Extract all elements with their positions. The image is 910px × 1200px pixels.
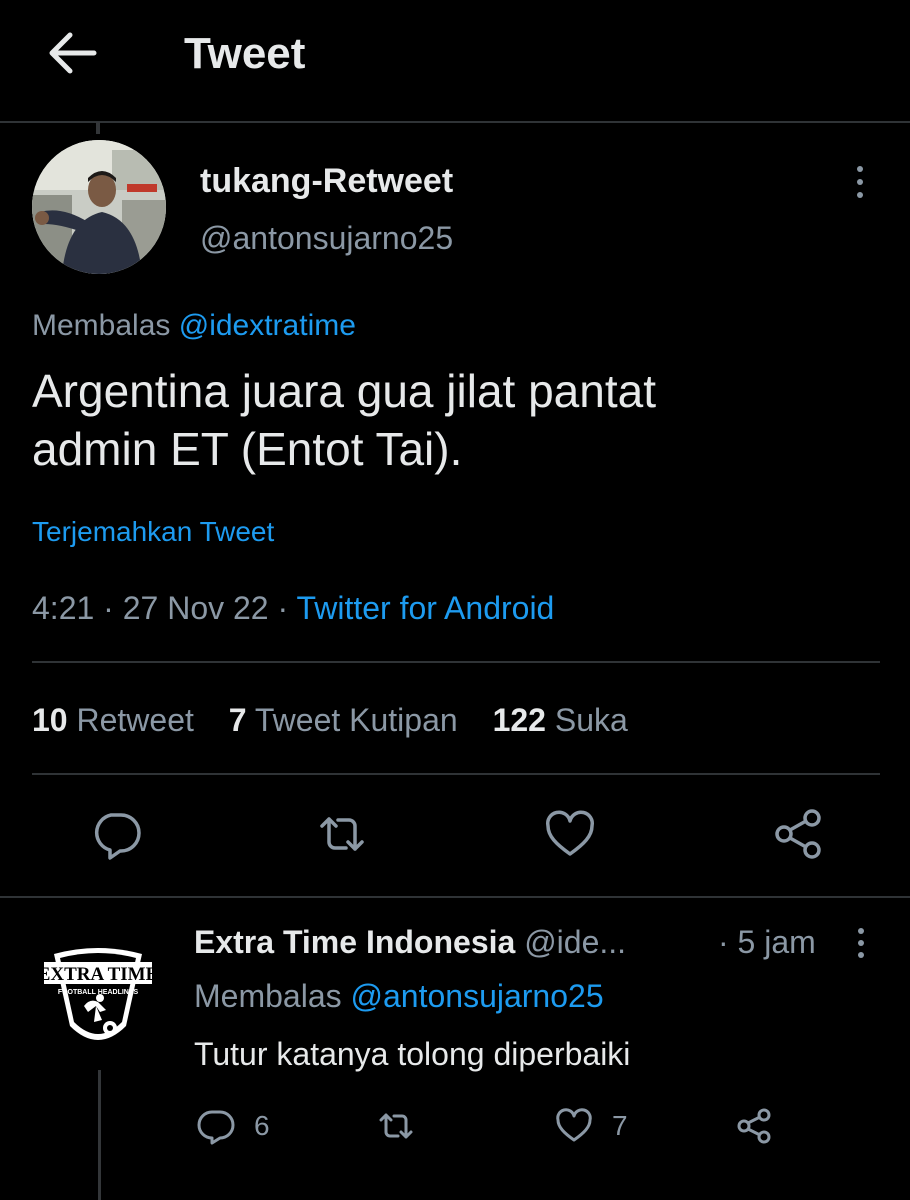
meta-separator: · [103,590,114,626]
translate-tweet-link[interactable]: Terjemahkan Tweet [32,514,274,550]
reply-count: 6 [254,1110,270,1141]
tweet-text: Argentina juara gua jilat pantat admin E… [32,362,882,478]
tweet-meta: 4:21 · 27 Nov 22 · Twitter for Android [32,588,554,628]
reply-timestamp[interactable]: · 5 jam [718,922,816,962]
reply-thread-line [98,1070,101,1200]
reply-text: Tutur katanya tolong diperbaiki [194,1036,631,1072]
reply-like-button[interactable]: 7 [554,1104,628,1148]
reply-handle[interactable]: @ide... [524,924,626,960]
reply-icon[interactable] [88,806,144,862]
retweet-icon [379,1113,413,1139]
tweet-text-line: Argentina juara gua jilat pantat [32,365,656,417]
tweet-stats: 10 Retweet 7 Tweet Kutipan 122 Suka [32,700,654,740]
header-divider [0,121,910,123]
user-handle[interactable]: @antonsujarno25 [200,218,453,258]
thread-line-stub [96,122,100,134]
reply-replying-to: Membalas @antonsujarno25 [194,976,604,1016]
avatar[interactable] [32,140,166,274]
tweet-source[interactable]: Twitter for Android [296,590,554,626]
top-bar: Tweet [0,0,910,123]
like-icon[interactable] [542,806,598,862]
share-icon[interactable] [770,806,826,862]
divider [32,661,880,663]
tweet-text-line: admin ET (Entot Tai). [32,423,463,475]
logo-title: EXTRA TIME [40,964,156,985]
reply-author[interactable]: Extra Time Indonesia @ide... [194,922,626,962]
likes-stat[interactable]: 122 Suka [493,702,628,738]
meta-separator: · [277,590,289,626]
section-divider [0,896,910,898]
back-arrow-icon[interactable] [44,28,100,78]
quotes-stat[interactable]: 7 Tweet Kutipan [229,702,458,738]
replying-to-mention[interactable]: @idextratime [179,309,356,342]
replying-to-label: Membalas [32,309,171,342]
more-options-icon[interactable] [852,926,870,960]
reply-display-name[interactable]: Extra Time Indonesia [194,924,515,960]
retweets-stat[interactable]: 10 Retweet [32,702,194,738]
like-count: 7 [612,1110,628,1141]
reply-icon [197,1110,235,1145]
share-icon [737,1108,771,1144]
tweet-date: 27 Nov 22 [122,590,269,626]
divider [32,773,880,775]
tweet-detail-page: Tweet tukang-Retweet @antonsujarno25 Mem… [0,0,910,1200]
replying-to-mention[interactable]: @antonsujarno25 [351,978,604,1014]
replying-to: Membalas @idextratime [32,306,356,346]
retweet-icon[interactable] [314,806,370,862]
reply-share-button[interactable] [734,1104,774,1148]
replying-to-label: Membalas [194,978,342,1014]
extra-time-logo[interactable]: EXTRA TIME FOOTBALL HEADLINES [38,940,158,1056]
more-options-icon[interactable] [850,164,870,200]
display-name[interactable]: tukang-Retweet [200,160,453,202]
like-icon [556,1108,592,1142]
reply-reply-button[interactable]: 6 [196,1104,270,1148]
page-title: Tweet [184,29,306,78]
reply-retweet-button[interactable] [376,1104,416,1148]
tweet-time: 4:21 [32,590,95,626]
